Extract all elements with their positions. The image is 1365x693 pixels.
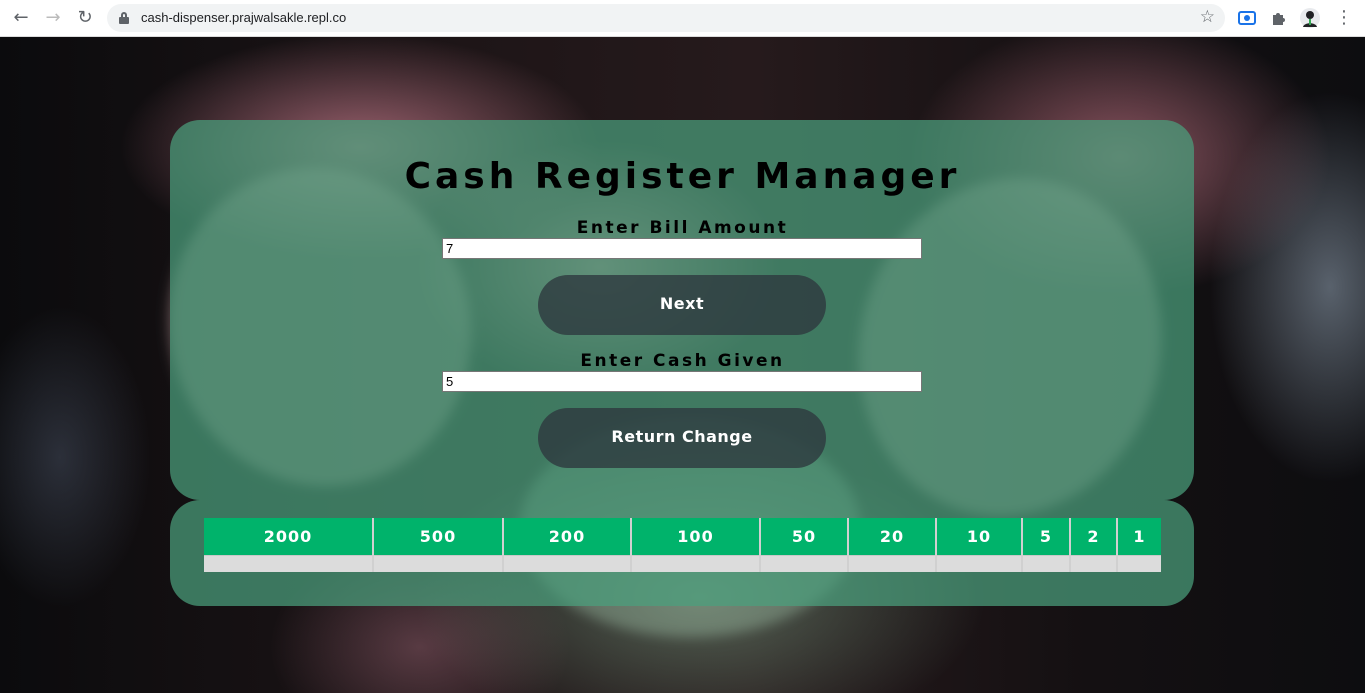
note-count-cell — [374, 555, 502, 572]
bill-amount-input[interactable] — [442, 238, 922, 259]
bookmark-star-icon[interactable]: ☆ — [1200, 7, 1215, 27]
back-icon[interactable]: ← — [8, 6, 34, 30]
denomination-column: 50 — [761, 518, 849, 572]
denomination-header: 2000 — [204, 518, 372, 555]
screencast-extension-icon[interactable] — [1237, 8, 1257, 28]
note-count-cell — [1118, 555, 1161, 572]
denomination-column: 5 — [1023, 518, 1071, 572]
denomination-column: 100 — [632, 518, 761, 572]
cash-given-label: Enter Cash Given — [580, 351, 785, 371]
denomination-header: 5 — [1023, 518, 1069, 555]
denomination-header: 2 — [1071, 518, 1116, 555]
denomination-header: 200 — [504, 518, 630, 555]
page-title: Cash Register Manager — [404, 156, 961, 197]
denomination-header: 50 — [761, 518, 847, 555]
denomination-header: 1 — [1118, 518, 1161, 555]
browser-toolbar: ← → ↻ cash-dispenser.prajwalsakle.repl.c… — [0, 0, 1365, 37]
forward-icon[interactable]: → — [40, 6, 66, 30]
browser-menu-icon[interactable]: ⋮ — [1331, 6, 1357, 30]
denomination-header: 500 — [374, 518, 502, 555]
return-change-button[interactable]: Return Change — [538, 408, 826, 468]
url-text[interactable]: cash-dispenser.prajwalsakle.repl.co — [141, 4, 346, 32]
extensions-puzzle-icon[interactable] — [1269, 8, 1289, 28]
reload-icon[interactable]: ↻ — [72, 6, 98, 30]
note-count-cell — [937, 555, 1021, 572]
denomination-header: 20 — [849, 518, 935, 555]
denomination-column: 10 — [937, 518, 1023, 572]
denomination-column: 200 — [504, 518, 632, 572]
note-count-cell — [1023, 555, 1069, 572]
denominations-table: 2000 500 200 100 50 20 10 5 2 1 — [204, 518, 1161, 572]
denomination-header: 100 — [632, 518, 759, 555]
lock-icon[interactable] — [119, 12, 129, 24]
address-bar[interactable]: cash-dispenser.prajwalsakle.repl.co ☆ — [107, 4, 1225, 32]
profile-avatar-icon[interactable] — [1300, 8, 1320, 28]
denomination-column: 2 — [1071, 518, 1118, 572]
denomination-column: 1 — [1118, 518, 1161, 572]
note-count-cell — [761, 555, 847, 572]
next-button[interactable]: Next — [538, 275, 826, 335]
note-count-cell — [204, 555, 372, 572]
denomination-column: 500 — [374, 518, 504, 572]
denomination-column: 2000 — [204, 518, 374, 572]
denomination-header: 10 — [937, 518, 1021, 555]
denomination-column: 20 — [849, 518, 937, 572]
bill-amount-label: Enter Bill Amount — [576, 218, 789, 238]
note-count-cell — [632, 555, 759, 572]
note-count-cell — [504, 555, 630, 572]
note-count-cell — [849, 555, 935, 572]
note-count-cell — [1071, 555, 1116, 572]
cash-given-input[interactable] — [442, 371, 922, 392]
